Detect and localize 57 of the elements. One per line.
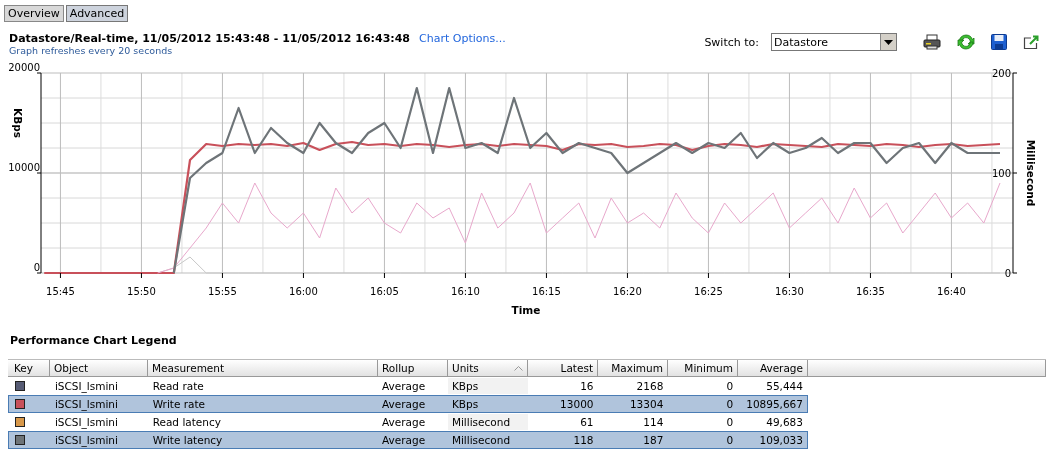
y-tick-label: 0: [33, 262, 40, 273]
average-cell-text: 49,683: [765, 415, 804, 430]
y-tick-label: 20000: [8, 62, 40, 73]
rollup-cell-text: Average: [381, 433, 427, 448]
y-tick-label: 100: [991, 168, 1011, 179]
maximum-cell-text: 2168: [635, 379, 665, 394]
x-tick-label: 16:40: [937, 286, 966, 297]
y-tick-label: 200: [991, 68, 1011, 79]
switch-to-label: Switch to:: [704, 35, 759, 49]
y-axis-title: KBps: [12, 108, 24, 138]
measurement-cell-text: Read rate: [151, 379, 205, 394]
object-cell-text: iSCSI_lsmini: [53, 397, 119, 412]
x-tick-label: 16:15: [532, 286, 561, 297]
average-cell-text: 10895,667: [745, 397, 804, 412]
refresh-note: Graph refreshes every 20 seconds: [9, 45, 174, 56]
y-tick-label: 10000: [8, 162, 40, 173]
x-tick-label: 15:50: [127, 286, 156, 297]
x-tick-label: 16:35: [856, 286, 885, 297]
object-cell-text: iSCSI_lsmini: [53, 415, 119, 430]
latest-cell-text: 13000: [559, 397, 595, 412]
average-cell-text: 109,033: [758, 433, 804, 448]
units-cell-text: Millisecond: [450, 433, 512, 448]
y-axis-title: Millisecond: [1025, 139, 1037, 207]
minimum-cell-text: 0: [725, 433, 735, 448]
legend-title: Performance Chart Legend: [9, 333, 178, 349]
latest-cell-text: 61: [579, 415, 595, 430]
object-cell-text: iSCSI_lsmini: [53, 433, 119, 448]
units-cell-text: KBps: [450, 397, 480, 412]
latest-cell-text: 16: [579, 379, 595, 394]
object-cell-text: iSCSI_lsmini: [53, 379, 119, 394]
x-tick-label: 15:55: [208, 286, 237, 297]
x-tick-label: 15:45: [46, 286, 75, 297]
units-cell: KBps: [447, 378, 528, 394]
maximum-cell-text: 114: [642, 415, 665, 430]
rollup-cell-text: Average: [381, 379, 427, 394]
x-tick-label: 16:30: [775, 286, 804, 297]
chart-title: Datastore/Real-time, 11/05/2012 15:43:48 - 11/05/2012 16:43:48: [9, 32, 410, 45]
x-tick-label: 16:05: [370, 286, 399, 297]
minimum-cell-text: 0: [725, 415, 735, 430]
y-tick-label: 0: [1004, 268, 1011, 279]
minimum-cell-text: 0: [725, 397, 735, 412]
measurement-cell-text: Write rate: [151, 397, 207, 412]
rollup-cell-text: Average: [381, 415, 427, 430]
rollup-cell-text: Average: [381, 397, 427, 412]
x-axis-title: Time: [511, 304, 541, 316]
latest-cell-text: 118: [572, 433, 595, 448]
x-tick-label: 16:20: [613, 286, 642, 297]
x-tick-label: 16:10: [451, 286, 480, 297]
average-cell-text: 55,444: [765, 379, 804, 394]
minimum-cell-text: 0: [725, 379, 735, 394]
units-cell: Millisecond: [447, 414, 528, 430]
x-tick-label: 16:00: [289, 286, 318, 297]
maximum-cell-text: 187: [642, 433, 665, 448]
measurement-cell-text: Write latency: [151, 433, 224, 448]
x-tick-label: 16:25: [694, 286, 723, 297]
measurement-cell-text: Read latency: [151, 415, 222, 430]
maximum-cell-text: 13304: [628, 397, 665, 412]
